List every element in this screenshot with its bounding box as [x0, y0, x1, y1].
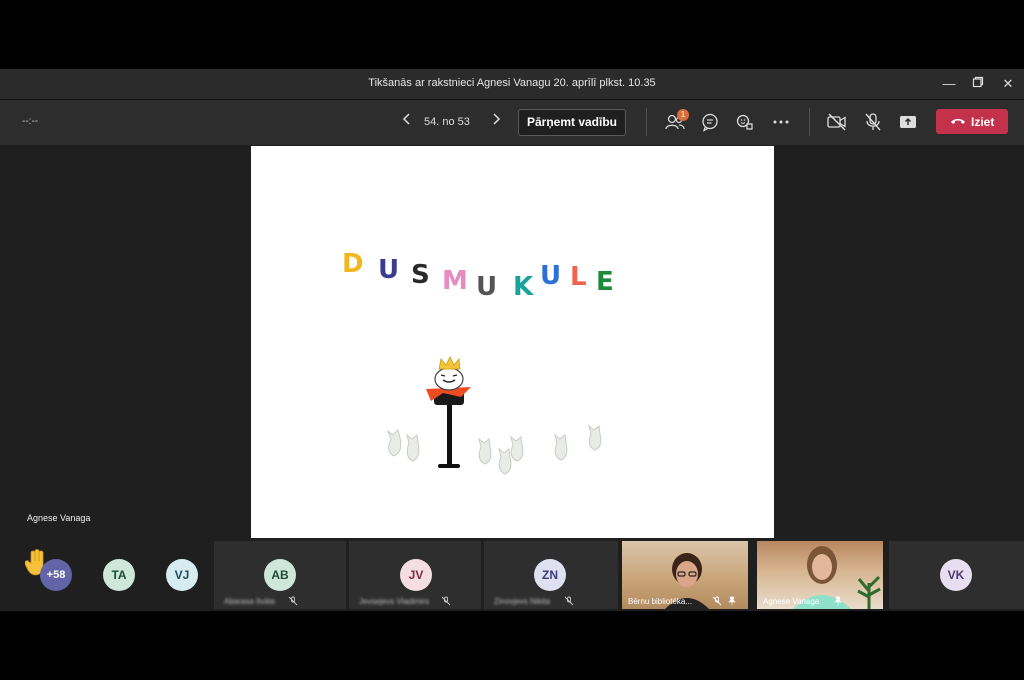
- participant-tile[interactable]: VK: [889, 541, 1024, 609]
- participants-strip: +58 TA VJ AB Abarasa Ilvāte JV Jevsejevs…: [0, 539, 1024, 611]
- mic-off-icon: [288, 596, 298, 606]
- share-icon[interactable]: [897, 111, 919, 133]
- presenter-name-label: Agnese Vanaga: [27, 513, 91, 523]
- pin-icon: [728, 596, 736, 606]
- participant-avatar: JV: [400, 559, 432, 591]
- participant-tile[interactable]: JV Jevsejevs Vladimirs: [349, 541, 481, 609]
- participant-video-tile[interactable]: Agnese Vanaga: [757, 541, 883, 609]
- window-title: Tikšanās ar rakstnieci Agnesi Vanagu 20.…: [368, 77, 656, 89]
- title-letter: E: [596, 267, 614, 297]
- participant-avatar: VK: [940, 559, 972, 591]
- teams-meeting-window: Tikšanās ar rakstnieci Agnesi Vanagu 20.…: [0, 69, 1024, 611]
- title-letter: U: [476, 272, 498, 302]
- title-bar: Tikšanās ar rakstnieci Agnesi Vanagu 20.…: [0, 69, 1024, 100]
- participant-name: Jevsejevs Vladimirs: [359, 597, 430, 606]
- minimize-icon[interactable]: —: [940, 75, 958, 93]
- participant-avatar[interactable]: TA: [103, 559, 135, 591]
- participant-avatar: ZN: [534, 559, 566, 591]
- toolbar-divider: [646, 108, 647, 136]
- close-icon[interactable]: ✕: [999, 75, 1017, 93]
- plant-image: [857, 575, 881, 609]
- title-letter: D: [342, 249, 364, 279]
- title-letter: K: [513, 272, 534, 302]
- take-control-button[interactable]: Pārņemt vadību: [518, 109, 626, 136]
- participant-avatar[interactable]: VJ: [166, 559, 198, 591]
- mic-off-icon: [441, 596, 451, 606]
- previous-slide-button[interactable]: [397, 110, 417, 134]
- chevron-left-icon: [402, 113, 410, 125]
- presentation-stage: D U S M U K U L E Agnese Vanaga: [0, 145, 1024, 539]
- title-letter: L: [570, 262, 587, 292]
- participant-name: Bērnu bibliotēka...: [628, 597, 693, 606]
- participant-video-tile[interactable]: Bērnu bibliotēka...: [622, 541, 748, 609]
- mic-off-icon[interactable]: [862, 111, 884, 133]
- mic-off-icon: [564, 596, 574, 606]
- overflow-participants-avatar[interactable]: +58: [40, 559, 72, 591]
- title-letter: U: [378, 255, 400, 285]
- participants-badge: 1: [677, 109, 689, 121]
- chat-icon[interactable]: [699, 111, 721, 133]
- title-letter: M: [442, 266, 468, 296]
- mic-off-icon: [712, 596, 722, 606]
- reactions-icon[interactable]: [734, 111, 756, 133]
- leave-button-label: Iziet: [971, 115, 995, 129]
- title-letter: U: [540, 261, 562, 291]
- title-letter: S: [411, 260, 430, 290]
- toolbar-divider: [809, 108, 810, 136]
- next-slide-button[interactable]: [486, 110, 506, 134]
- participant-avatar: AB: [264, 559, 296, 591]
- maximize-icon[interactable]: [969, 75, 987, 93]
- meeting-toolbar: --:-- 54. no 53 Pārņemt vadību 1 Iziet: [0, 100, 1024, 145]
- phone-hangup-icon: [950, 115, 966, 130]
- participant-name: Zinovjevs Nikita: [494, 597, 551, 606]
- camera-off-icon[interactable]: [826, 111, 848, 133]
- leave-button[interactable]: Iziet: [936, 109, 1008, 134]
- shared-slide: D U S M U K U L E: [251, 146, 774, 538]
- meeting-timer: --:--: [22, 116, 39, 127]
- grumpy-character-illustration: [386, 356, 602, 475]
- slide-page-indicator: 54. no 53: [424, 116, 470, 128]
- chevron-right-icon: [493, 113, 501, 125]
- participant-tile[interactable]: AB Abarasa Ilvāte: [214, 541, 346, 609]
- participant-name: Abarasa Ilvāte: [224, 597, 276, 606]
- pin-icon: [834, 596, 842, 606]
- participant-tile[interactable]: ZN Zinovjevs Nikita: [484, 541, 618, 609]
- participant-name: Agnese Vanaga: [763, 597, 820, 606]
- more-options-icon[interactable]: [770, 111, 792, 133]
